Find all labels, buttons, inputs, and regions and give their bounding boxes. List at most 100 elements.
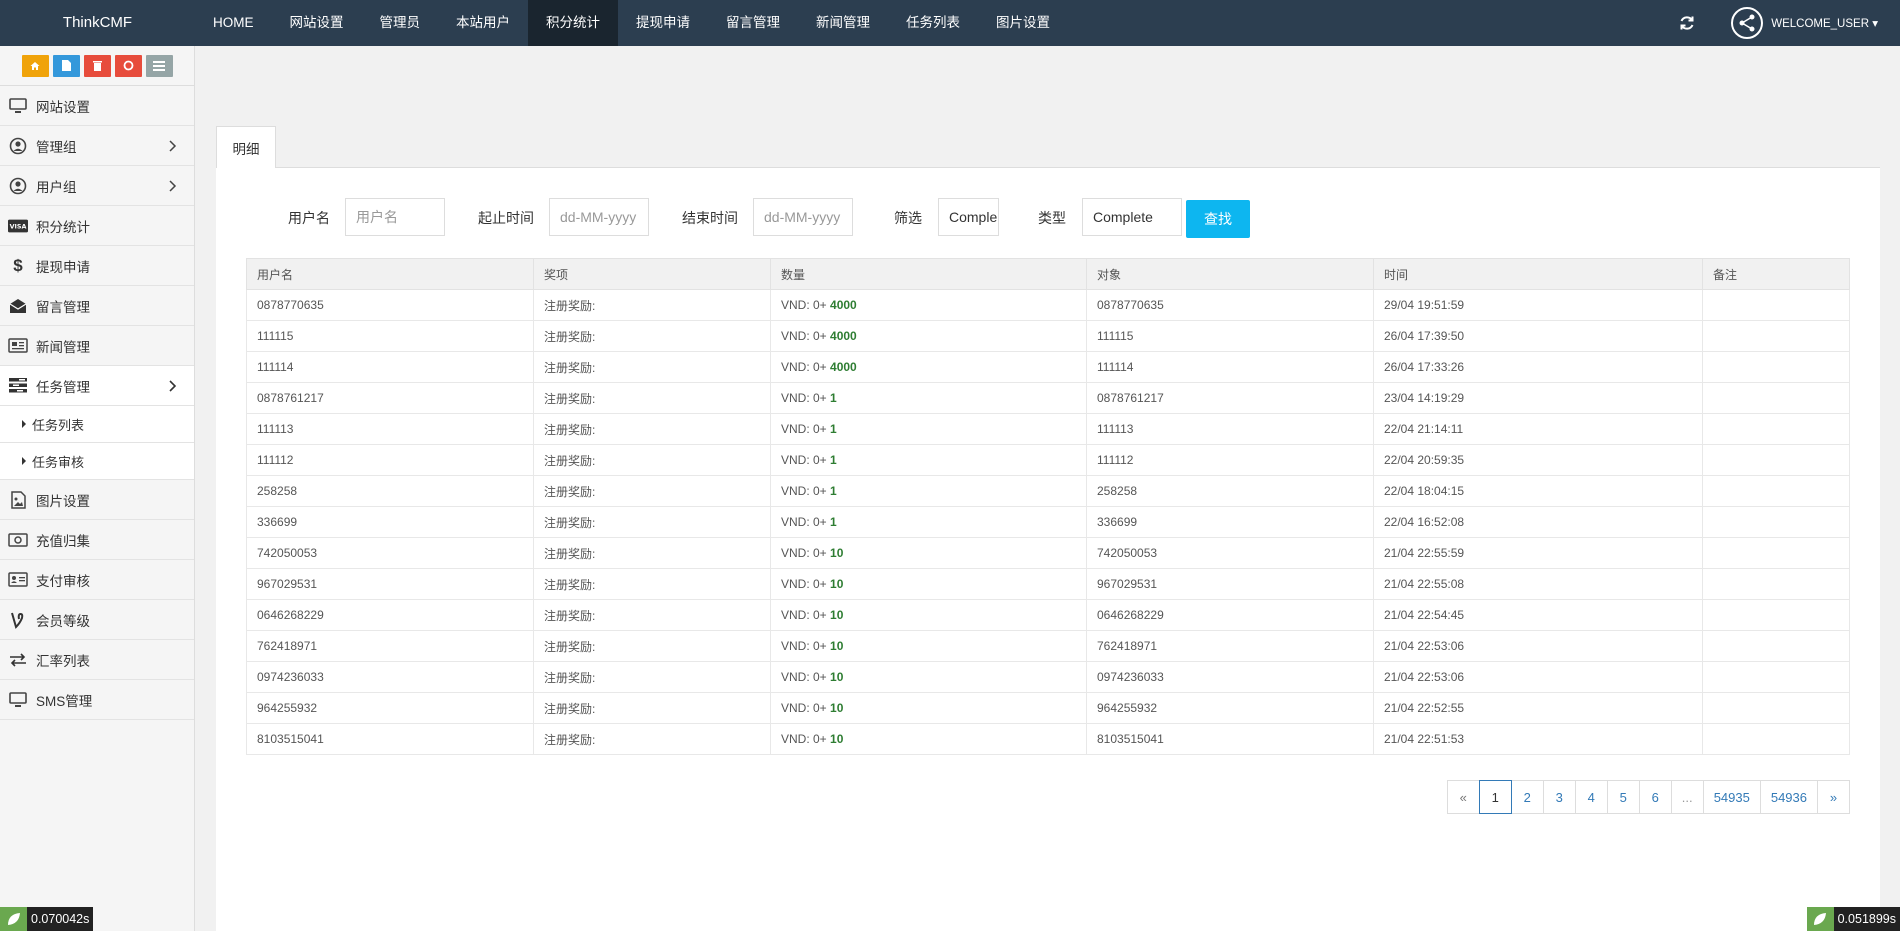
page-link[interactable]: 3: [1542, 780, 1576, 814]
sidebar-item-messages[interactable]: 留言管理: [0, 286, 194, 326]
search-button[interactable]: 查找: [1186, 200, 1250, 238]
cell-note: [1702, 506, 1850, 538]
sidebar-item-payment-review[interactable]: 支付审核: [0, 560, 194, 600]
sidebar-subitem-task-review[interactable]: 任务审核: [0, 443, 194, 480]
nav-site-users[interactable]: 本站用户: [438, 0, 528, 46]
cell-time: 23/04 14:19:29: [1373, 382, 1703, 414]
type-select[interactable]: Complete: [1082, 198, 1182, 236]
cell-amount: VND: 0+ 10: [770, 661, 1087, 693]
user-menu[interactable]: WELCOME_USER ▾: [1771, 16, 1878, 30]
amount-prefix: VND: 0+: [781, 546, 827, 560]
page-link[interactable]: 54935: [1702, 780, 1761, 814]
nav-admins[interactable]: 管理员: [362, 0, 439, 46]
sidebar-item-exchange-rates[interactable]: 汇率列表: [0, 640, 194, 680]
nav-image-settings[interactable]: 图片设置: [978, 0, 1068, 46]
amount-prefix: VND: 0+: [781, 453, 827, 467]
amount-prefix: VND: 0+: [781, 391, 827, 405]
nav-messages[interactable]: 留言管理: [708, 0, 798, 46]
cell-username: 0878770635: [246, 289, 534, 321]
nav-site-settings[interactable]: 网站设置: [272, 0, 362, 46]
start-date-input[interactable]: [549, 198, 649, 236]
sidebar-item-sms[interactable]: SMS管理: [0, 680, 194, 720]
sidebar-item-recharge[interactable]: 充值归集: [0, 520, 194, 560]
chevron-right-icon: [169, 140, 177, 152]
cell-note: [1702, 537, 1850, 569]
cell-time: 21/04 22:53:06: [1373, 630, 1703, 662]
cell-time: 22/04 18:04:15: [1373, 475, 1703, 507]
sidebar-item-label: SMS管理: [36, 693, 93, 709]
recycle-icon[interactable]: [114, 54, 142, 77]
cell-amount: VND: 0+ 1: [770, 506, 1087, 538]
cell-award: 注册奖励:: [533, 630, 771, 662]
page-link[interactable]: 6: [1638, 780, 1672, 814]
nav-withdrawals[interactable]: 提现申请: [618, 0, 708, 46]
amount-value: 1: [830, 422, 837, 436]
sidebar-item-task-management[interactable]: 任务管理: [0, 366, 194, 406]
home-icon[interactable]: [21, 54, 49, 77]
end-date-input[interactable]: [753, 198, 853, 236]
nav-tasks[interactable]: 任务列表: [888, 0, 978, 46]
page-link[interactable]: 54936: [1759, 780, 1818, 814]
sidebar-item-site-settings[interactable]: 网站设置: [0, 86, 194, 126]
file-icon[interactable]: [52, 54, 80, 77]
sidebar-item-user-group[interactable]: 用户组: [0, 166, 194, 206]
sidebar-subitem-task-list[interactable]: 任务列表: [0, 406, 194, 443]
page-link[interactable]: 5: [1606, 780, 1640, 814]
cell-time: 22/04 20:59:35: [1373, 444, 1703, 476]
table-row: 964255932 注册奖励: VND: 0+ 10 964255932 21/04 2…: [246, 692, 1850, 724]
tab-details[interactable]: 明细: [216, 126, 276, 168]
cell-award: 注册奖励:: [533, 537, 771, 569]
nav-news[interactable]: 新闻管理: [798, 0, 888, 46]
filter-select[interactable]: Comple: [938, 198, 999, 236]
brand-logo[interactable]: ThinkCMF: [0, 0, 195, 46]
main-nav: HOME 网站设置 管理员 本站用户 积分统计 提现申请 留言管理 新闻管理 任…: [195, 0, 1068, 46]
table-row: 0878770635 注册奖励: VND: 0+ 4000 0878770635 29/…: [246, 289, 1850, 321]
amount-value: 10: [830, 670, 844, 684]
cell-note: [1702, 599, 1850, 631]
list-icon[interactable]: [145, 54, 173, 77]
table-body: 0878770635 注册奖励: VND: 0+ 4000 0878770635 29/…: [246, 289, 1850, 755]
cell-username: 8103515041: [246, 723, 534, 755]
cell-target: 8103515041: [1086, 723, 1374, 755]
page-link[interactable]: 4: [1574, 780, 1608, 814]
cell-award: 注册奖励:: [533, 382, 771, 414]
nav-points-stats[interactable]: 积分统计: [528, 0, 618, 46]
sidebar-item-label: 网站设置: [36, 99, 90, 115]
chevron-right-icon: [169, 180, 177, 192]
page-link[interactable]: 1: [1478, 780, 1512, 814]
cell-username: 964255932: [246, 692, 534, 724]
page-prev[interactable]: «: [1446, 780, 1480, 814]
sidebar-item-admin-group[interactable]: 管理组: [0, 126, 194, 166]
username-input[interactable]: [345, 198, 445, 236]
page-next[interactable]: »: [1817, 780, 1850, 814]
top-navbar: ThinkCMF HOME 网站设置 管理员 本站用户 积分统计 提现申请 留言…: [0, 0, 1900, 46]
debug-timer-left: 0.070042s: [0, 907, 94, 931]
sidebar-item-member-level[interactable]: 会员等级: [0, 600, 194, 640]
cell-time: 21/04 22:55:59: [1373, 537, 1703, 569]
debug-timer-right: 0.051899s: [1806, 907, 1900, 931]
sidebar-item-label: 充值归集: [36, 533, 90, 549]
sidebar-item-news[interactable]: 新闻管理: [0, 326, 194, 366]
sidebar-item-withdrawals[interactable]: $ 提现申请: [0, 246, 194, 286]
cell-award: 注册奖励:: [533, 351, 771, 383]
trash-icon[interactable]: [83, 54, 111, 77]
sidebar-item-image-settings[interactable]: 图片设置: [0, 480, 194, 520]
timer-value: 0.070042s: [27, 907, 94, 931]
cell-amount: VND: 0+ 1: [770, 382, 1087, 414]
table-row: 111112 注册奖励: VND: 0+ 1 111112 22/04 20:59:35: [246, 444, 1850, 476]
refresh-icon[interactable]: [1677, 13, 1697, 33]
cell-award: 注册奖励:: [533, 661, 771, 693]
table-row: 0646268229 注册奖励: VND: 0+ 10 0646268229 21/04…: [246, 599, 1850, 631]
main-panel: 明细 用户名 起止时间 结束时间 筛选 Comple 类型 Complete 查…: [216, 126, 1880, 931]
page-link[interactable]: 2: [1510, 780, 1544, 814]
amount-value: 10: [830, 732, 844, 746]
cell-target: 762418971: [1086, 630, 1374, 662]
start-time-label: 起止时间: [478, 210, 534, 226]
cell-time: 29/04 19:51:59: [1373, 289, 1703, 321]
nav-home[interactable]: HOME: [195, 0, 272, 46]
sidebar-item-points-stats[interactable]: VISA 积分统计: [0, 206, 194, 246]
cell-time: 21/04 22:51:53: [1373, 723, 1703, 755]
share-avatar-icon[interactable]: [1731, 7, 1764, 39]
sidebar-item-label: 新闻管理: [36, 339, 90, 355]
amount-prefix: VND: 0+: [781, 701, 827, 715]
